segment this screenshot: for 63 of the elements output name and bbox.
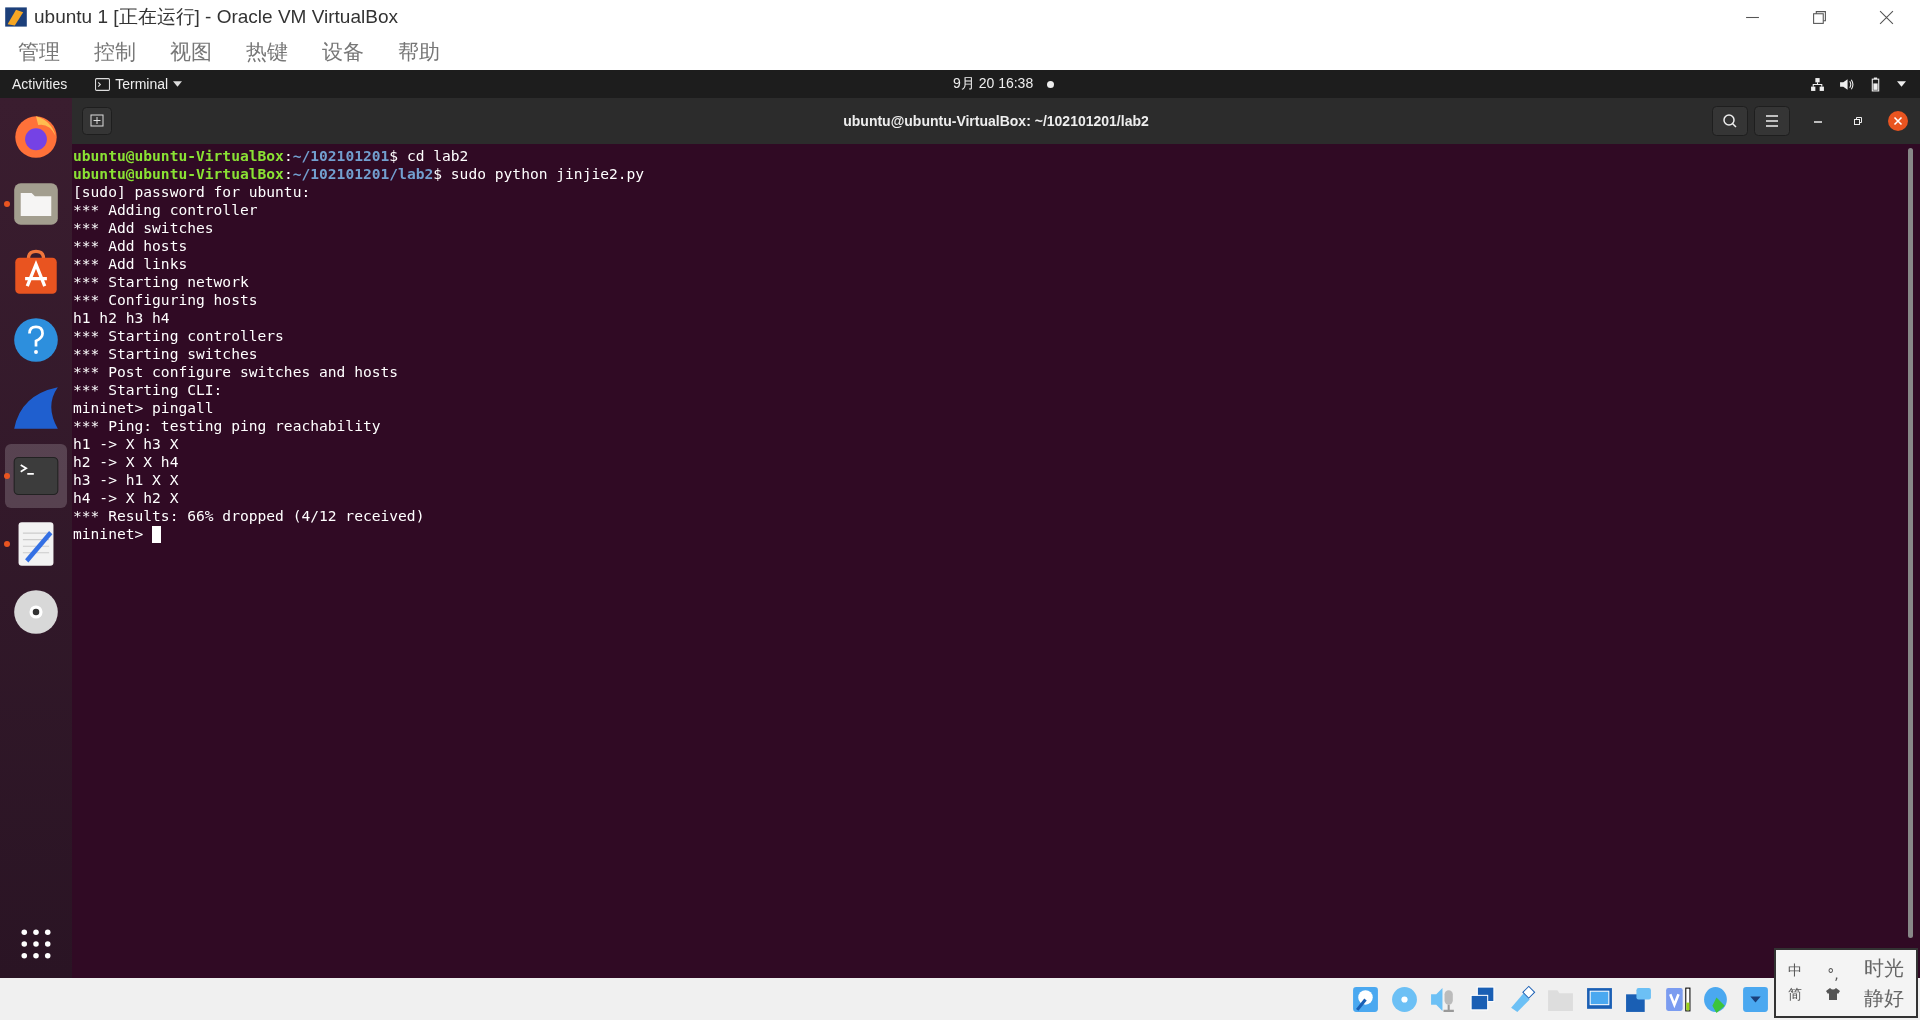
network-icon[interactable] [1810, 76, 1825, 92]
folder-icon [12, 180, 60, 228]
shirt-icon[interactable] [1826, 988, 1840, 1000]
terminal-line: ubuntu@ubuntu-VirtualBox:~/102101201/lab2$ sudo python jinjie2.py [73, 165, 645, 183]
terminal-icon [95, 77, 111, 91]
caret-icon [173, 81, 183, 87]
terminal-line: *** Starting network [73, 273, 249, 291]
window-title: ubuntu 1 [正在运行] - Oracle VM VirtualBox [34, 5, 398, 29]
activities-button[interactable]: Activities [0, 76, 80, 92]
terminal-line: [sudo] password for ubuntu: [73, 183, 311, 201]
terminal-line: *** Configuring hosts [73, 291, 258, 309]
terminal-line: h2 -> X X h4 [73, 453, 179, 471]
help-icon [12, 316, 60, 364]
terminal-line: *** Add switches [73, 219, 214, 237]
close-icon[interactable] [1886, 109, 1910, 133]
terminal-line: h1 -> X h3 X [73, 435, 179, 453]
network-status-icon[interactable] [1468, 984, 1497, 1014]
terminal-line: h1 h2 h3 h4 [73, 309, 170, 327]
cpu-status-icon[interactable] [1663, 984, 1692, 1014]
terminal-line: *** Post configure switches and hosts [73, 363, 399, 381]
app-grid-icon[interactable] [20, 928, 52, 960]
terminal-line: *** Add hosts [73, 237, 188, 255]
ime-language[interactable]: 中 [1788, 962, 1802, 980]
terminal-title: ubuntu@ubuntu-VirtualBox: ~/102101201/lab2 [843, 113, 1149, 129]
menu-item[interactable]: 帮助 [396, 38, 442, 66]
ime-skin-text: 时光 [1864, 956, 1904, 980]
ime-skin-text: 静好 [1864, 986, 1904, 1010]
menu-item[interactable]: 视图 [168, 38, 214, 66]
terminal-line: mininet> pingall [73, 399, 214, 417]
volume-icon[interactable] [1839, 76, 1854, 92]
terminal-line: *** Adding controller [73, 201, 258, 219]
ime-mode[interactable]: 简 [1788, 986, 1802, 1004]
restore-icon[interactable] [1812, 9, 1827, 25]
arrow-status-icon[interactable] [1741, 984, 1770, 1014]
terminal-line: h3 -> h1 X X [73, 471, 179, 489]
shark-fin-icon [12, 384, 60, 432]
terminal-line: *** Ping: testing ping reachability [73, 417, 381, 435]
virtualbox-logo-icon [4, 5, 28, 29]
terminal-line: *** Add links [73, 255, 188, 273]
terminal-app-menu[interactable]: Terminal [95, 76, 183, 92]
terminal-line: *** Starting CLI: [73, 381, 223, 399]
close-icon[interactable] [1879, 9, 1894, 25]
menu-item[interactable]: 设备 [320, 38, 366, 66]
terminal-line: h4 -> X h2 X [73, 489, 179, 507]
notification-dot-icon [1047, 80, 1055, 88]
terminal-line: *** Results: 66% dropped (4/12 received) [73, 507, 425, 525]
menu-icon[interactable] [1754, 106, 1790, 136]
menu-item[interactable]: 热键 [244, 38, 290, 66]
menu-item[interactable]: 管理 [16, 38, 62, 66]
clock[interactable]: 9月 20 16:38 [953, 75, 1034, 93]
disc-icon [12, 588, 60, 636]
shopping-bag-icon [12, 248, 60, 296]
scrollbar-thumb[interactable] [1908, 148, 1913, 938]
disk-status-icon[interactable] [1351, 984, 1380, 1014]
search-icon[interactable] [1712, 106, 1748, 136]
caret-icon[interactable] [1897, 81, 1906, 87]
menu-item[interactable]: 控制 [92, 38, 138, 66]
terminal-line: *** Starting switches [73, 345, 258, 363]
terminal-line: ubuntu@ubuntu-VirtualBox:~/102101201$ cd lab2 [73, 147, 469, 165]
terminal-line: *** Starting controllers [73, 327, 284, 345]
new-tab-icon[interactable] [82, 107, 112, 135]
terminal-line: mininet> [73, 525, 162, 543]
ime-punctuation[interactable]: °, [1827, 966, 1839, 982]
